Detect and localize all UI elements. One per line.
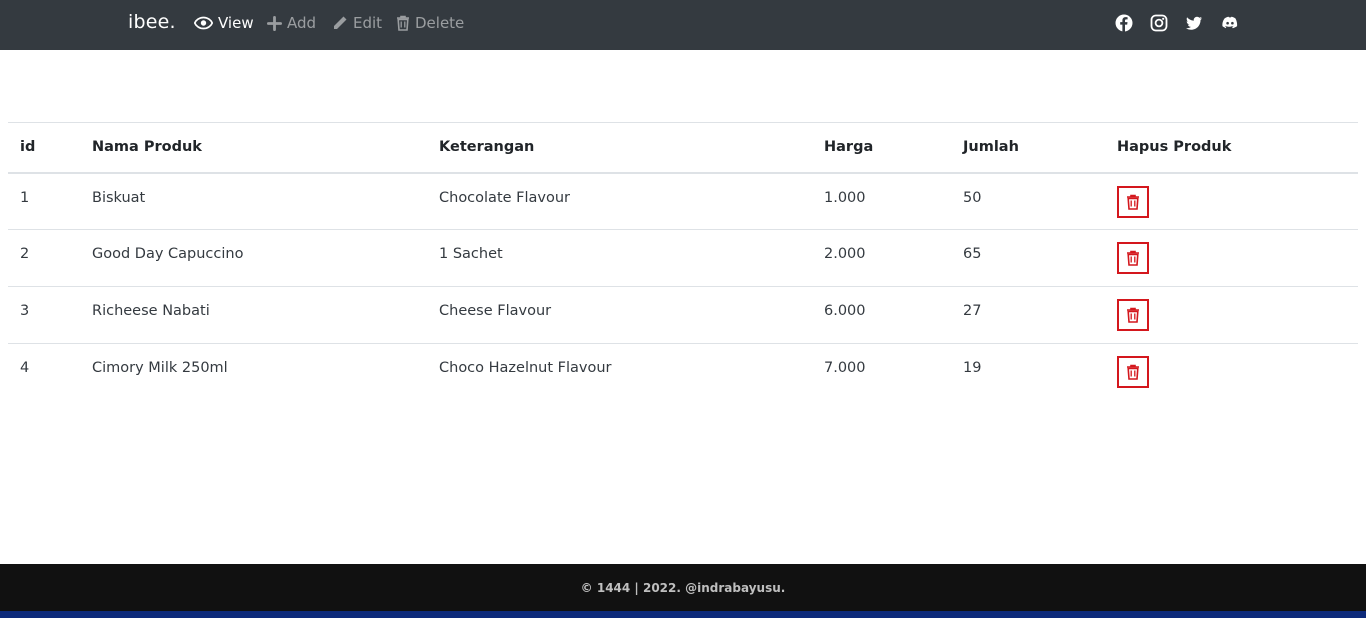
footer-accent-strip xyxy=(0,611,1366,618)
cell-quantity: 65 xyxy=(951,229,1105,287)
cell-description: Chocolate Flavour xyxy=(427,172,812,230)
nav-add-label: Add xyxy=(287,14,317,32)
cell-name: Cimory Milk 250ml xyxy=(92,360,228,376)
table-row: 1 Biskuat Chocolate Flavour 1.000 50 xyxy=(8,172,1358,230)
nav-view-label: View xyxy=(218,14,254,32)
product-table-container: id Nama Produk Keterangan Harga Jumlah H… xyxy=(8,122,1358,401)
cell-id: 3 xyxy=(8,286,80,344)
col-header-id: id xyxy=(8,122,80,174)
nav-delete-link[interactable]: Delete xyxy=(396,13,464,33)
cell-quantity: 27 xyxy=(951,286,1105,344)
discord-icon[interactable] xyxy=(1221,14,1239,32)
cell-delete xyxy=(1105,286,1358,344)
cell-id: 2 xyxy=(8,229,80,287)
col-header-price: Harga xyxy=(812,122,951,174)
instagram-icon[interactable] xyxy=(1150,14,1168,32)
table-row: 2 Good Day Capuccino 1 Sachet 2.000 65 xyxy=(8,229,1358,287)
cell-price: 2.000 xyxy=(812,229,951,287)
table-header-row: id Nama Produk Keterangan Harga Jumlah H… xyxy=(8,122,1358,174)
delete-product-button[interactable] xyxy=(1117,242,1149,274)
trash-icon xyxy=(1127,250,1139,266)
table-row: 3 Richeese Nabati Cheese Flavour 6.000 2… xyxy=(8,286,1358,344)
trash-icon xyxy=(1127,307,1139,323)
col-header-delete: Hapus Produk xyxy=(1105,122,1358,174)
trash-icon xyxy=(397,15,409,31)
cell-price: 7.000 xyxy=(824,360,866,376)
top-navbar: ibee. View Add Edit Delete xyxy=(0,0,1366,50)
cell-delete xyxy=(1105,229,1358,287)
delete-product-button[interactable] xyxy=(1117,185,1149,218)
cell-delete xyxy=(1105,344,1358,401)
cell-name: Richeese Nabati xyxy=(80,286,427,344)
cell-name: Biskuat xyxy=(80,172,427,230)
twitter-icon[interactable] xyxy=(1185,14,1203,32)
cell-quantity: 50 xyxy=(951,172,1105,230)
cell-description: Choco Hazelnut Flavour xyxy=(439,360,612,376)
cell-name: Good Day Capuccino xyxy=(80,229,427,287)
cell-id: 4 xyxy=(20,360,30,376)
footer-copyright: © 1444 | 2022. @indrabayusu. xyxy=(580,580,786,595)
nav-delete-label: Delete xyxy=(415,14,465,32)
nav-view-link[interactable]: View xyxy=(194,13,254,33)
delete-product-button[interactable] xyxy=(1117,299,1149,331)
eye-icon xyxy=(194,16,213,30)
col-header-quantity: Jumlah xyxy=(951,122,1105,174)
page-footer: © 1444 | 2022. @indrabayusu. xyxy=(0,564,1366,611)
plus-icon xyxy=(267,15,282,31)
facebook-icon[interactable] xyxy=(1115,14,1133,32)
brand-logo[interactable]: ibee. xyxy=(128,11,176,33)
cell-id: 1 xyxy=(8,172,80,230)
trash-icon xyxy=(1127,194,1139,210)
cell-description: 1 Sachet xyxy=(427,229,812,287)
table-row: 4 Cimory Milk 250ml Choco Hazelnut Flavo… xyxy=(8,344,1358,401)
cell-quantity: 19 xyxy=(963,360,982,376)
cell-description: Cheese Flavour xyxy=(427,286,812,344)
nav-edit-link[interactable]: Edit xyxy=(332,13,382,33)
nav-add-link[interactable]: Add xyxy=(267,13,316,33)
cell-delete xyxy=(1105,172,1358,230)
cell-price: 6.000 xyxy=(812,286,951,344)
product-table: id Nama Produk Keterangan Harga Jumlah H… xyxy=(8,122,1358,401)
trash-icon xyxy=(1127,364,1139,380)
cell-price: 1.000 xyxy=(812,172,951,230)
col-header-name: Nama Produk xyxy=(80,122,427,174)
pencil-icon xyxy=(334,16,347,29)
col-header-description: Keterangan xyxy=(427,122,812,174)
nav-edit-label: Edit xyxy=(353,14,383,32)
delete-product-button[interactable] xyxy=(1117,356,1149,388)
